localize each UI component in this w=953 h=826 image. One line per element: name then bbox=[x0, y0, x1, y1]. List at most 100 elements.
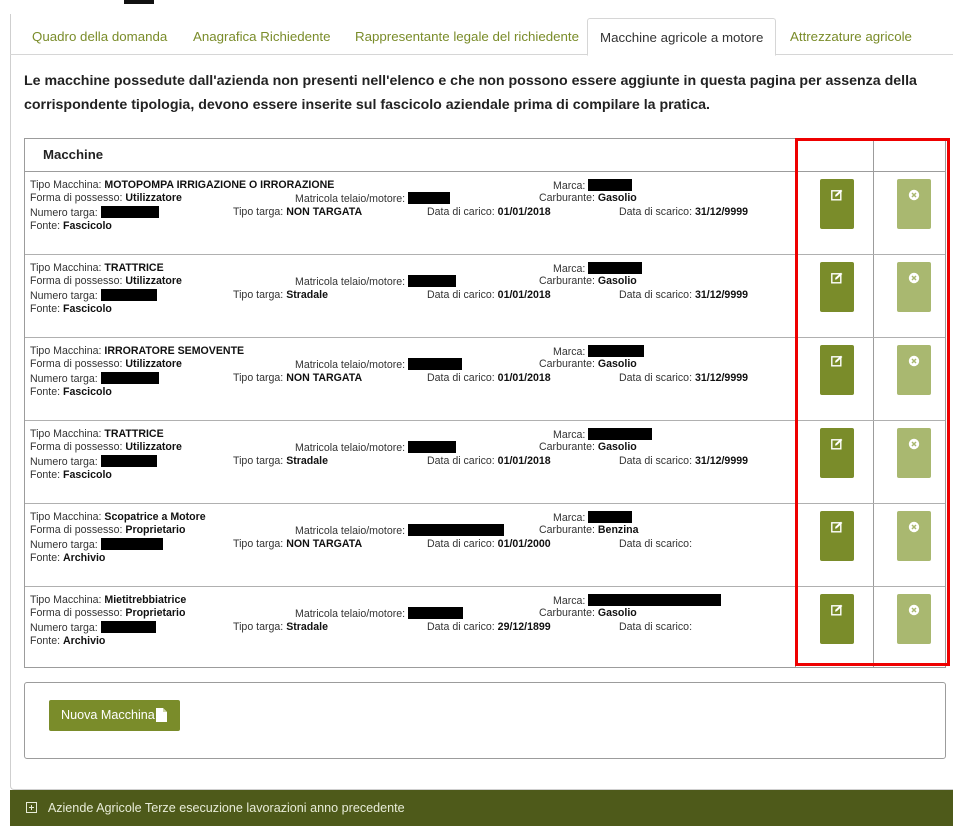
remove-circle-icon bbox=[908, 355, 920, 367]
tab-quadro-domanda[interactable]: Quadro della domanda bbox=[20, 18, 179, 55]
field-fonte: Fonte: Fascicolo bbox=[30, 469, 112, 481]
section-title: Aziende Agricole Terze esecuzione lavora… bbox=[47, 801, 405, 815]
delete-button[interactable] bbox=[897, 511, 931, 561]
tab-rappresentante-legale[interactable]: Rappresentante legale del richiedente bbox=[343, 18, 591, 55]
remove-circle-icon bbox=[908, 604, 920, 616]
redaction-box bbox=[124, 0, 154, 4]
redaction-box bbox=[408, 607, 464, 619]
plus-square-icon bbox=[26, 802, 37, 813]
field-marca: Marca: bbox=[553, 511, 633, 525]
field-matricola: Matricola telaio/motore: bbox=[295, 192, 451, 206]
delete-button[interactable] bbox=[897, 262, 931, 312]
edit-icon bbox=[831, 189, 843, 201]
table-row: Tipo Macchina: MOTOPOMPA IRRIGAZIONE O I… bbox=[25, 172, 945, 255]
new-machine-button[interactable]: Nuova Macchina bbox=[49, 700, 180, 731]
field-forma-possesso: Forma di possesso: Proprietario bbox=[30, 607, 186, 619]
redaction-box bbox=[588, 262, 643, 274]
field-data-carico: Data di carico: 01/01/2000 bbox=[427, 538, 551, 550]
field-numero-targa: Numero targa: bbox=[30, 372, 159, 386]
field-data-scarico: Data di scarico: 31/12/9999 bbox=[619, 372, 748, 384]
field-numero-targa: Numero targa: bbox=[30, 621, 156, 635]
edit-icon bbox=[831, 604, 843, 616]
redaction-box bbox=[100, 621, 156, 633]
field-carburante: Carburante: Gasolio bbox=[539, 192, 637, 204]
edit-button[interactable] bbox=[820, 179, 854, 229]
field-tipo-macchina: Tipo Macchina: TRATTRICE bbox=[30, 428, 164, 440]
redaction-box bbox=[408, 358, 463, 370]
redaction-box bbox=[408, 441, 457, 453]
redaction-box bbox=[100, 372, 159, 384]
redaction-box bbox=[588, 345, 645, 357]
edit-icon bbox=[831, 355, 843, 367]
edit-button[interactable] bbox=[820, 594, 854, 644]
delete-button[interactable] bbox=[897, 179, 931, 229]
redaction-box bbox=[408, 192, 451, 204]
edit-button[interactable] bbox=[820, 262, 854, 312]
edit-icon bbox=[831, 438, 843, 450]
collapsible-section-header[interactable]: Aziende Agricole Terze esecuzione lavora… bbox=[10, 790, 953, 826]
field-numero-targa: Numero targa: bbox=[30, 289, 157, 303]
field-forma-possesso: Forma di possesso: Utilizzatore bbox=[30, 441, 182, 453]
field-tipo-targa: Tipo targa: NON TARGATA bbox=[233, 372, 363, 384]
tab-attrezzature-agricole[interactable]: Attrezzature agricole bbox=[778, 18, 924, 55]
edit-button[interactable] bbox=[820, 345, 854, 395]
field-marca: Marca: bbox=[553, 345, 645, 359]
field-matricola: Matricola telaio/motore: bbox=[295, 275, 457, 289]
redaction-box bbox=[588, 428, 653, 440]
machines-table: Macchine Tipo Macchina: MOTOPOMPA IRRIGA… bbox=[24, 138, 946, 668]
field-numero-targa: Numero targa: bbox=[30, 206, 159, 220]
delete-button[interactable] bbox=[897, 345, 931, 395]
tab-macchine-agricole[interactable]: Macchine agricole a motore bbox=[587, 18, 777, 56]
field-fonte: Fonte: Archivio bbox=[30, 635, 106, 647]
field-forma-possesso: Forma di possesso: Utilizzatore bbox=[30, 358, 182, 370]
edit-icon bbox=[831, 521, 843, 533]
table-header: Macchine bbox=[25, 139, 945, 172]
field-data-carico: Data di carico: 01/01/2018 bbox=[427, 455, 551, 467]
table-row: Tipo Macchina: TRATTRICE Forma di possess… bbox=[25, 421, 945, 504]
field-data-scarico: Data di scarico: 31/12/9999 bbox=[619, 206, 748, 218]
field-carburante: Carburante: Gasolio bbox=[539, 441, 637, 453]
field-forma-possesso: Forma di possesso: Utilizzatore bbox=[30, 275, 182, 287]
field-marca: Marca: bbox=[553, 428, 653, 442]
field-matricola: Matricola telaio/motore: bbox=[295, 607, 464, 621]
field-data-carico: Data di carico: 01/01/2018 bbox=[427, 372, 551, 384]
field-carburante: Carburante: Gasolio bbox=[539, 358, 637, 370]
table-row: Tipo Macchina: TRATTRICE Forma di possess… bbox=[25, 255, 945, 338]
edit-button[interactable] bbox=[820, 428, 854, 478]
field-marca: Marca: bbox=[553, 262, 643, 276]
field-fonte: Fonte: Fascicolo bbox=[30, 303, 112, 315]
redaction-box bbox=[100, 538, 163, 550]
field-tipo-macchina: Tipo Macchina: TRATTRICE bbox=[30, 262, 164, 274]
field-data-scarico: Data di scarico: 31/12/9999 bbox=[619, 455, 748, 467]
document-icon bbox=[156, 708, 167, 722]
field-matricola: Matricola telaio/motore: bbox=[295, 358, 463, 372]
field-numero-targa: Numero targa: bbox=[30, 455, 157, 469]
field-data-carico: Data di carico: 29/12/1899 bbox=[427, 621, 551, 633]
remove-circle-icon bbox=[908, 272, 920, 284]
field-data-scarico: Data di scarico: 31/12/9999 bbox=[619, 289, 748, 301]
field-tipo-targa: Tipo targa: Stradale bbox=[233, 289, 329, 301]
field-tipo-macchina: Tipo Macchina: MOTOPOMPA IRRIGAZIONE O I… bbox=[30, 179, 335, 191]
field-data-scarico: Data di scarico: bbox=[619, 621, 693, 633]
redaction-box bbox=[100, 206, 159, 218]
field-numero-targa: Numero targa: bbox=[30, 538, 163, 552]
field-carburante: Carburante: Gasolio bbox=[539, 275, 637, 287]
redaction-box bbox=[408, 524, 505, 536]
field-tipo-targa: Tipo targa: Stradale bbox=[233, 455, 329, 467]
delete-button[interactable] bbox=[897, 428, 931, 478]
field-tipo-targa: Tipo targa: Stradale bbox=[233, 621, 329, 633]
intro-text: Le macchine possedute dall'azienda non p… bbox=[24, 73, 917, 113]
remove-circle-icon bbox=[908, 521, 920, 533]
delete-button[interactable] bbox=[897, 594, 931, 644]
redaction-box bbox=[588, 179, 633, 191]
top-strip bbox=[0, 0, 953, 14]
field-tipo-targa: Tipo targa: NON TARGATA bbox=[233, 538, 363, 550]
field-data-carico: Data di carico: 01/01/2018 bbox=[427, 206, 551, 218]
field-tipo-macchina: Tipo Macchina: IRRORATORE SEMOVENTE bbox=[30, 345, 245, 357]
tab-anagrafica-richiedente[interactable]: Anagrafica Richiedente bbox=[181, 18, 343, 55]
table-row: Tipo Macchina: Mietitrebbiatrice Forma di… bbox=[25, 587, 945, 670]
remove-circle-icon bbox=[908, 189, 920, 201]
edit-button[interactable] bbox=[820, 511, 854, 561]
field-fonte: Fonte: Fascicolo bbox=[30, 220, 112, 232]
field-tipo-targa: Tipo targa: NON TARGATA bbox=[233, 206, 363, 218]
